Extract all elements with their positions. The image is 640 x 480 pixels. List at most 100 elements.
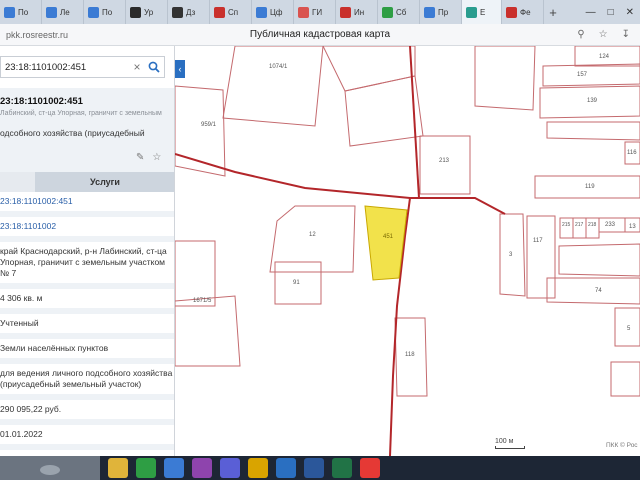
page-title: Публичная кадастровая карта bbox=[249, 29, 391, 40]
browser-tab-strip: По Ле По Ур Дз Сп Цф ГИ Ин Сб Пр Е Фе + — □ ✕ bbox=[0, 0, 640, 24]
parcel-label: 1074/1 bbox=[269, 64, 288, 70]
parcel-label: 91 bbox=[293, 280, 300, 286]
taskbar-apps bbox=[100, 458, 380, 478]
parcel-label: 233 bbox=[605, 222, 616, 228]
browser-tab[interactable]: Ин bbox=[336, 0, 378, 24]
tab-services[interactable]: Услуги bbox=[35, 172, 174, 192]
parcel-label: 157 bbox=[577, 72, 588, 78]
tab-favicon-icon bbox=[46, 6, 57, 18]
map-canvas[interactable]: 1074/1 959/1 124 157 139 116 213 119 12 … bbox=[175, 46, 640, 456]
url-field[interactable]: pkk.rosreestr.ru bbox=[0, 30, 120, 40]
parcel-215 bbox=[559, 217, 574, 239]
parcel-label: 215 bbox=[562, 222, 571, 228]
browser-tab[interactable]: Сб bbox=[378, 0, 420, 24]
parcel-117 bbox=[526, 215, 556, 299]
folder-icon[interactable] bbox=[108, 458, 128, 478]
close-icon[interactable]: ✕ bbox=[626, 7, 634, 18]
parcel-label: 139 bbox=[587, 98, 598, 104]
browser-tab[interactable]: Ле bbox=[42, 0, 84, 24]
bookmark-icon[interactable]: ☆ bbox=[599, 29, 608, 40]
parcel-label: 118 bbox=[405, 352, 415, 358]
people-icon[interactable] bbox=[192, 458, 212, 478]
word-icon[interactable] bbox=[304, 458, 324, 478]
tab-label: Ур bbox=[144, 7, 154, 17]
browser-tab[interactable]: Е bbox=[462, 0, 502, 24]
tab-label: ГИ bbox=[312, 7, 323, 17]
browser-tab[interactable]: Ур bbox=[126, 0, 168, 24]
tab-label: Ле bbox=[60, 7, 70, 17]
clear-search-icon[interactable]: × bbox=[130, 60, 144, 74]
parcel-label: 213 bbox=[439, 158, 450, 164]
tab-favicon-icon bbox=[130, 6, 141, 18]
new-tab-button[interactable]: + bbox=[544, 0, 562, 24]
calendar-icon[interactable] bbox=[220, 458, 240, 478]
map-attribution: ПКК © Рос bbox=[606, 442, 638, 449]
chrome-icon[interactable] bbox=[136, 458, 156, 478]
parcel-label: 218 bbox=[588, 222, 597, 228]
map-scale: 100 м bbox=[495, 438, 525, 449]
browser-tab[interactable]: Цф bbox=[252, 0, 294, 24]
browser-tab[interactable]: Сп bbox=[210, 0, 252, 24]
parcel-label: 124 bbox=[599, 54, 610, 60]
attribute-row: край Краснодарский, р-н Лабинский, ст-ца… bbox=[0, 242, 174, 289]
parcel-label: 5 bbox=[627, 326, 631, 332]
yandex-icon[interactable] bbox=[360, 458, 380, 478]
tab-label: Дз bbox=[186, 7, 196, 17]
parcel-label: 13 bbox=[629, 224, 636, 230]
browser-tab[interactable]: ГИ bbox=[294, 0, 336, 24]
tab-label: Сб bbox=[396, 7, 407, 17]
browser-tab[interactable]: Фе bbox=[502, 0, 544, 24]
browser-tab[interactable]: По bbox=[0, 0, 42, 24]
parcel-217 bbox=[572, 217, 587, 239]
search-box: 23:18:1101002:451 × bbox=[0, 56, 165, 78]
tab-favicon-icon bbox=[424, 6, 435, 18]
scale-label: 100 м bbox=[495, 438, 514, 445]
tab-label: Е bbox=[480, 7, 486, 17]
search-icon bbox=[148, 61, 160, 73]
parcel-1074-1 bbox=[222, 46, 324, 127]
os-taskbar bbox=[0, 456, 640, 480]
browser-tab[interactable]: Дз bbox=[168, 0, 210, 24]
tab-label: Ин bbox=[354, 7, 365, 17]
store-icon[interactable] bbox=[164, 458, 184, 478]
parcel-label: 3 bbox=[509, 252, 513, 258]
notes-icon[interactable] bbox=[248, 458, 268, 478]
panel-tabs: Услуги bbox=[0, 172, 174, 192]
tab-favicon-icon bbox=[4, 6, 15, 18]
browser-tab[interactable]: Пр bbox=[420, 0, 462, 24]
tab-label: Сп bbox=[228, 7, 239, 17]
maximize-icon[interactable]: □ bbox=[608, 7, 614, 18]
browser-tab[interactable]: По bbox=[84, 0, 126, 24]
share-icon[interactable]: ✎ bbox=[136, 152, 144, 163]
attribute-list: 23:18:1101002:451 23:18:1101002 край Красн… bbox=[0, 192, 174, 450]
wallpaper-thumb-icon bbox=[30, 458, 70, 478]
attribute-row: Учтенный bbox=[0, 314, 174, 339]
attribute-row: 23:18:1101002 bbox=[0, 217, 174, 242]
tab-favicon-icon bbox=[214, 6, 225, 18]
start-area[interactable] bbox=[0, 456, 100, 480]
address-bar: pkk.rosreestr.ru Публичная кадастровая к… bbox=[0, 24, 640, 46]
address-bar-icons: ⚲ ☆ ↧ bbox=[577, 29, 640, 40]
search-button[interactable] bbox=[144, 57, 164, 77]
parcel-label: 119 bbox=[585, 184, 595, 190]
tab-label: Цф bbox=[270, 7, 283, 17]
favorite-icon[interactable]: ☆ bbox=[152, 152, 161, 163]
download-icon[interactable]: ↧ bbox=[622, 29, 630, 40]
parcel-74 bbox=[546, 277, 640, 305]
tab-favicon-icon bbox=[340, 6, 351, 18]
location-icon[interactable]: ⚲ bbox=[577, 29, 584, 40]
search-input[interactable]: 23:18:1101002:451 bbox=[1, 62, 130, 73]
parcel-label: 74 bbox=[595, 288, 602, 294]
tab-label: Фе bbox=[520, 7, 531, 17]
info-panel: 23:18:1101002:451 × 23:18:1101002:451 Ла… bbox=[0, 46, 175, 456]
minimize-icon[interactable]: — bbox=[586, 7, 596, 18]
collapse-panel-button[interactable]: ‹ bbox=[175, 60, 185, 78]
excel-icon[interactable] bbox=[332, 458, 352, 478]
tab-info[interactable] bbox=[0, 172, 35, 192]
scale-bar bbox=[495, 446, 525, 449]
parcel-label: 1671/5 bbox=[193, 298, 212, 304]
parcel-218 bbox=[585, 217, 600, 239]
mail-icon[interactable] bbox=[276, 458, 296, 478]
attribute-row: 4 306 кв. м bbox=[0, 289, 174, 314]
attribute-row: 23:18:1101002:451 bbox=[0, 192, 174, 217]
